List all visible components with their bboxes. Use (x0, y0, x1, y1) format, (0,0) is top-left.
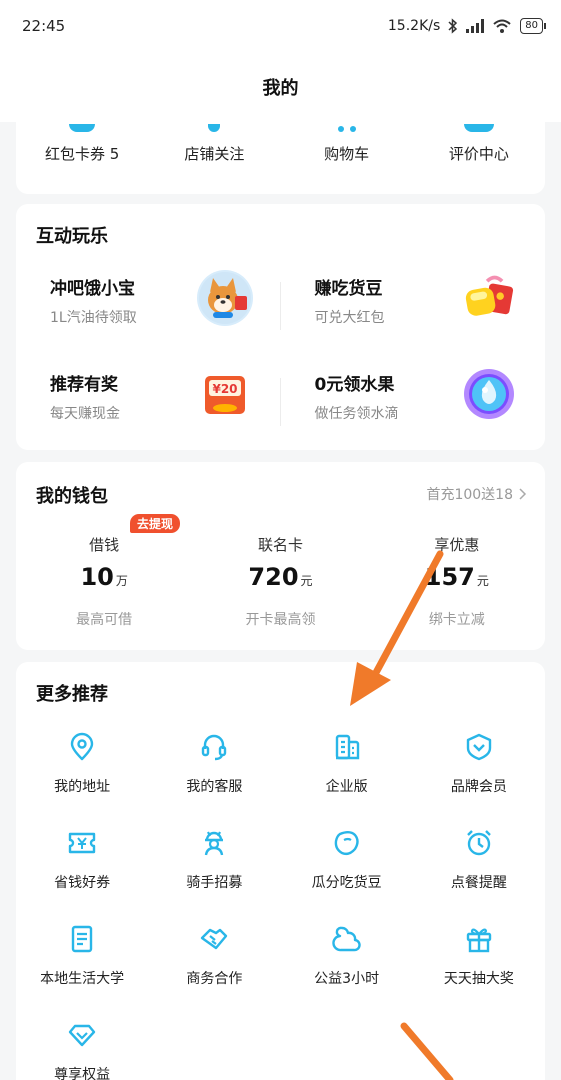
more-item-label: 商务合作 (186, 971, 243, 987)
bluetooth-icon (448, 18, 458, 34)
more-recommendations-section: 更多推荐 我的地址 我的客服 企业版 品牌会员 省钱好券 骑手招募 瓜分吃货豆 … (16, 662, 545, 1080)
battery-icon: 80 (520, 18, 546, 34)
more-item-daily-lottery[interactable]: 天天抽大奖 (413, 914, 545, 1010)
more-item-label: 品牌会员 (450, 779, 507, 795)
rider-icon (197, 826, 231, 860)
quick-item-label: 购物车 (324, 145, 370, 163)
status-bar: 22:45 15.2K/s 80 (0, 0, 561, 52)
more-item-charity[interactable]: 公益3小时 (281, 914, 413, 1010)
page-title: 我的 (262, 78, 299, 99)
more-item-enterprise[interactable]: 企业版 (281, 722, 413, 818)
shiba-mascot-icon (196, 270, 253, 326)
fun-item-beans[interactable]: 赚吃货豆 可兑大红包 (281, 258, 546, 354)
signal-icon (466, 19, 485, 33)
withdraw-badge: 去提现 (130, 514, 181, 533)
fun-item-referral[interactable]: 推荐有奖 每天赚现金 ¥20 (16, 354, 281, 450)
network-speed: 15.2K/s (387, 18, 441, 34)
section-title: 互动玩乐 (36, 226, 108, 247)
shop-icon (208, 124, 221, 132)
more-item-label: 本地生活大学 (40, 971, 125, 987)
more-item-brand-member[interactable]: 品牌会员 (413, 722, 545, 818)
fun-item-fruit[interactable]: 0元领水果 做任务领水滴 (281, 354, 546, 450)
more-item-order-reminder[interactable]: 点餐提醒 (413, 818, 545, 914)
more-item-label: 尊享权益 (54, 1067, 111, 1080)
status-indicators: 15.2K/s 80 (387, 18, 546, 34)
wallet-promo-text: 首充100送18 (426, 487, 513, 503)
wallet-item-value: 720 (248, 563, 299, 591)
quick-item-label: 红包卡券 5 (44, 145, 120, 163)
more-item-rider-recruit[interactable]: 骑手招募 (148, 818, 280, 914)
wallet-promo-link[interactable]: 首充100送18 (426, 484, 527, 504)
wifi-icon (492, 18, 512, 34)
diamond-icon (65, 1018, 99, 1052)
more-item-label: 公益3小时 (314, 971, 380, 987)
more-item-customer-service[interactable]: 我的客服 (148, 722, 280, 818)
heart-outline-icon (330, 922, 364, 956)
more-item-label: 骑手招募 (186, 875, 243, 891)
wallet-item-value: 10 (80, 563, 114, 591)
wallet-item-cobrand-card[interactable]: 联名卡 720 元 开卡最高领 (192, 534, 368, 629)
shield-chevron-icon (462, 730, 496, 764)
more-item-address[interactable]: 我的地址 (16, 722, 148, 818)
document-icon (65, 922, 99, 956)
handshake-icon (197, 922, 231, 956)
more-item-business-cooperation[interactable]: 商务合作 (148, 914, 280, 1010)
more-item-label: 企业版 (325, 779, 368, 795)
wallet-item-unit: 万 (115, 574, 128, 588)
more-item-coupons[interactable]: 省钱好券 (16, 818, 148, 914)
quick-item-reviews[interactable]: 评价中心 (413, 118, 545, 194)
fun-item-mascot[interactable]: 冲吧饿小宝 1L汽油待领取 (16, 258, 281, 354)
coupon-icon (69, 124, 96, 132)
more-item-premium-benefits[interactable]: 尊享权益 (16, 1010, 148, 1080)
wallet-item-label: 享优惠 (434, 536, 480, 554)
more-item-share-beans[interactable]: 瓜分吃货豆 (281, 818, 413, 914)
fun-section: 互动玩乐 冲吧饿小宝 1L汽油待领取 赚吃货豆 可兑大红包 推荐有奖 每天赚现金… (16, 204, 545, 450)
cart-icon (335, 126, 359, 132)
wallet-item-subtitle: 最高可借 (76, 612, 133, 628)
wallet-item-subtitle: 绑卡立减 (428, 612, 485, 628)
more-item-local-university[interactable]: 本地生活大学 (16, 914, 148, 1010)
coupon-amount: ¥20 (212, 382, 237, 396)
coupon-20-icon: ¥20 (197, 366, 253, 422)
section-title: 我的钱包 (36, 486, 108, 507)
quick-item-label: 评价中心 (448, 145, 509, 163)
section-title: 更多推荐 (36, 684, 108, 705)
more-item-label: 我的客服 (186, 779, 243, 795)
quick-item-coupons[interactable]: 红包卡券 5 (16, 118, 148, 194)
more-item-label: 天天抽大奖 (443, 971, 514, 987)
wallet-item-value: 157 (424, 563, 475, 591)
alarm-clock-icon (462, 826, 496, 860)
chevron-right-icon (519, 488, 527, 500)
more-item-label: 瓜分吃货豆 (311, 875, 382, 891)
beans-redpacket-icon (461, 270, 517, 326)
building-icon (330, 730, 364, 764)
gift-icon (462, 922, 496, 956)
wallet-item-unit: 元 (300, 574, 313, 588)
wallet-item-label: 联名卡 (257, 536, 303, 554)
headset-icon (197, 730, 231, 764)
quick-item-followed-shops[interactable]: 店铺关注 (148, 118, 280, 194)
water-drop-icon (461, 366, 517, 422)
more-item-label: 省钱好券 (54, 875, 111, 891)
wallet-item-loan[interactable]: 去提现 借钱 10 万 最高可借 (16, 514, 192, 629)
more-item-label: 点餐提醒 (450, 875, 507, 891)
quick-access-card: 红包卡券 5 店铺关注 购物车 评价中心 (16, 118, 545, 194)
wallet-item-subtitle: 开卡最高领 (245, 612, 316, 628)
wallet-item-unit: 元 (476, 574, 489, 588)
wallet-section: 我的钱包 首充100送18 去提现 借钱 10 万 最高可借 联名卡 720 元 开… (16, 462, 545, 650)
quick-item-cart[interactable]: 购物车 (281, 118, 413, 194)
page-header: 我的 (0, 52, 561, 122)
more-item-label: 我的地址 (54, 779, 111, 795)
status-time: 22:45 (22, 17, 66, 35)
yen-ticket-icon (65, 826, 99, 860)
review-icon (463, 124, 494, 132)
quick-item-label: 店铺关注 (184, 145, 245, 163)
bean-icon (330, 826, 364, 860)
location-pin-icon (65, 730, 99, 764)
wallet-item-discount[interactable]: 享优惠 157 元 绑卡立减 (369, 534, 545, 629)
wallet-item-label: 借钱 (89, 536, 120, 554)
